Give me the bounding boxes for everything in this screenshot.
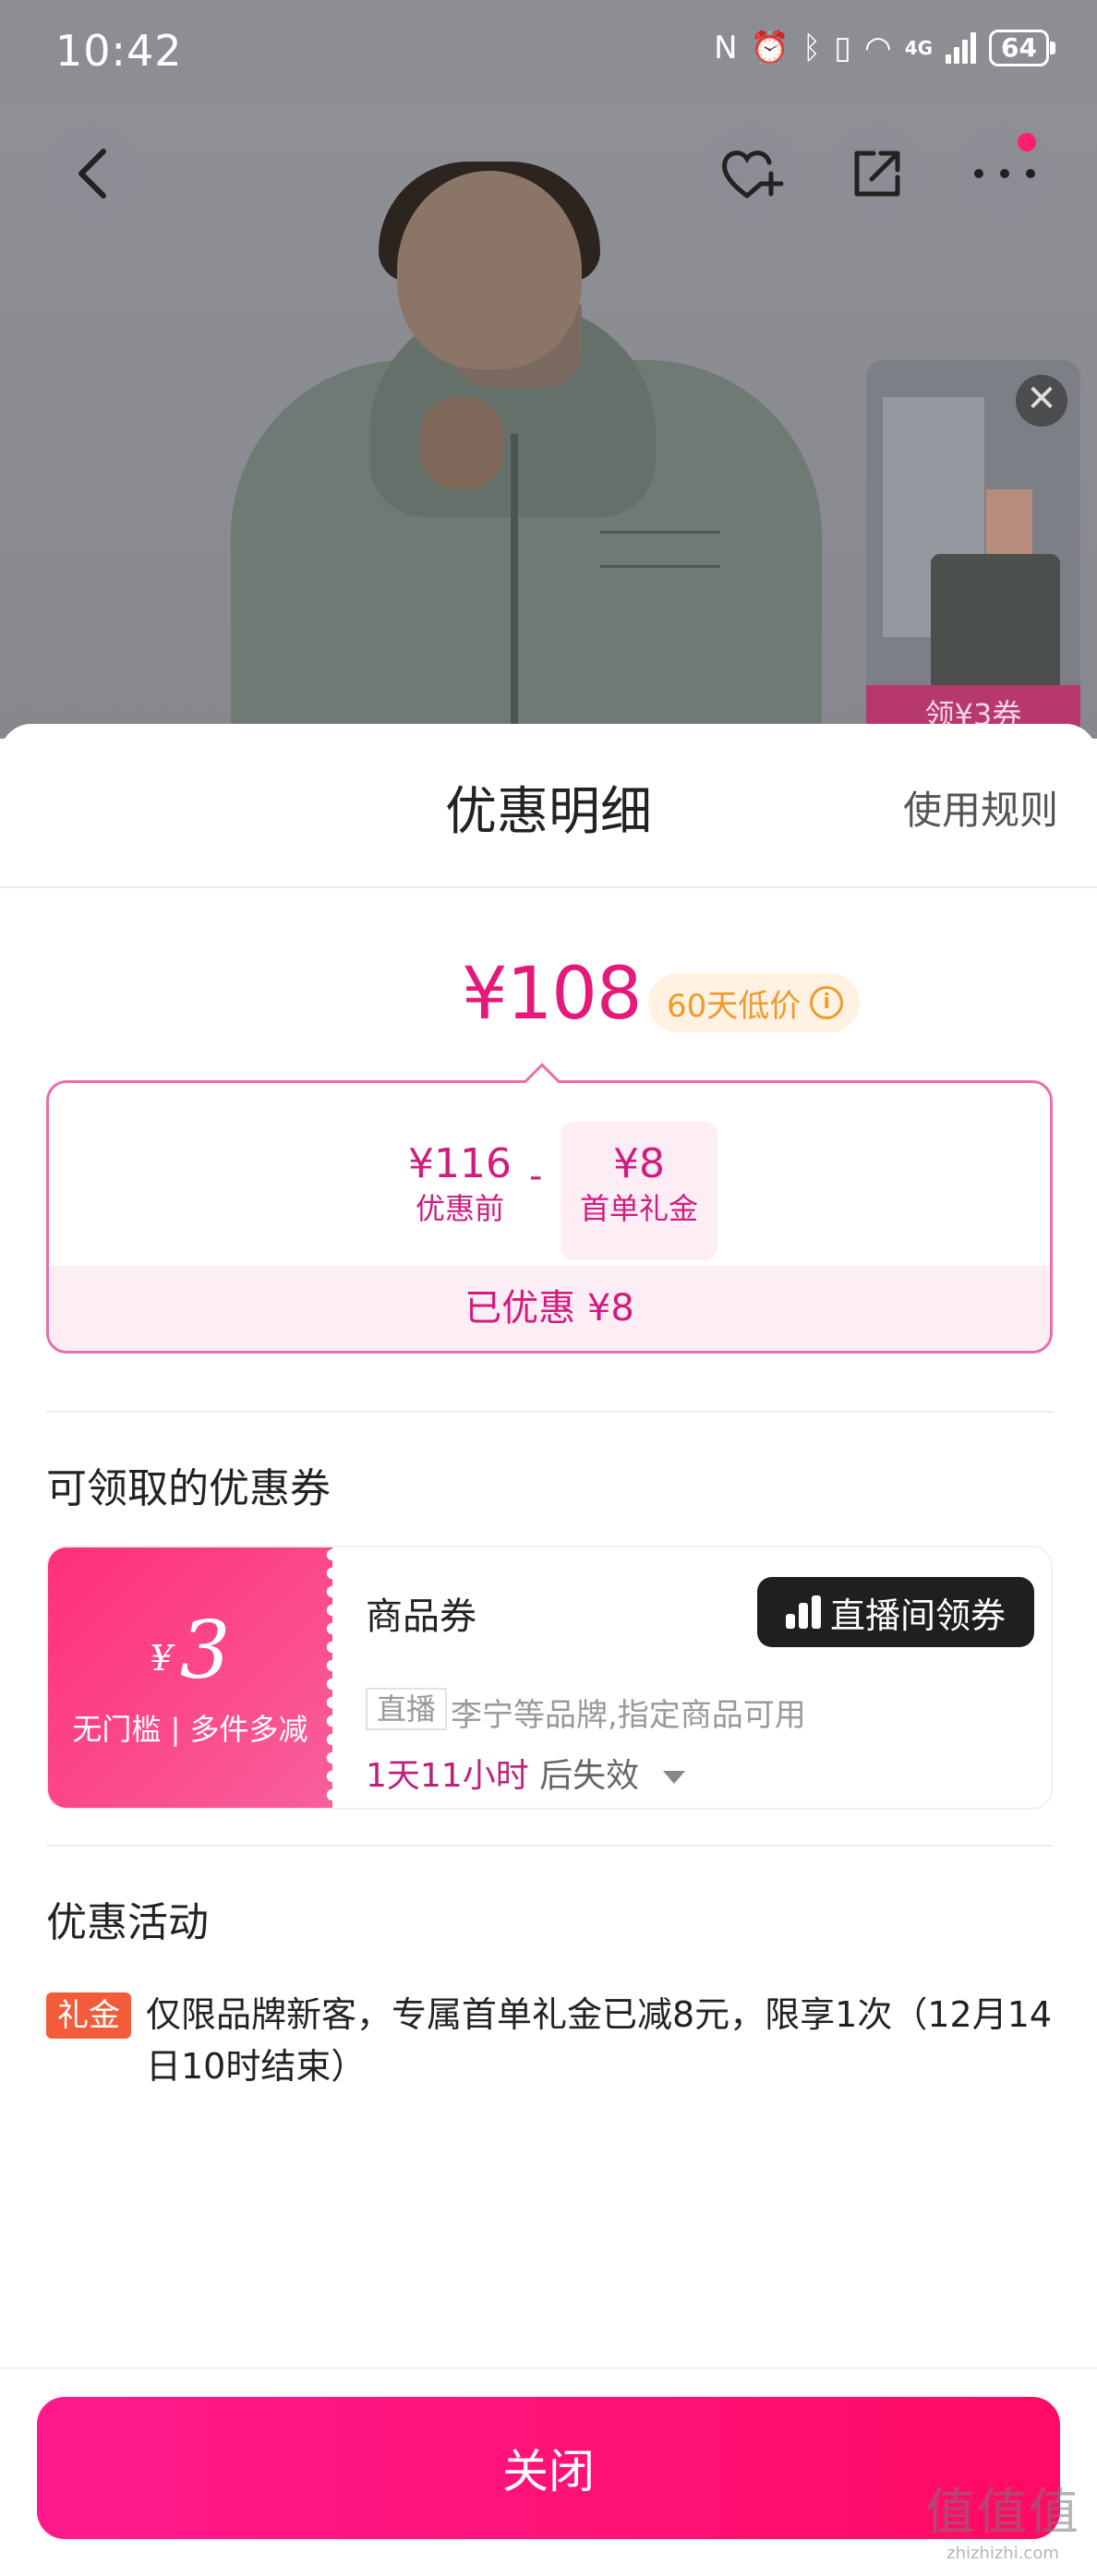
status-time: 10:42 (55, 26, 183, 76)
coupon-source-tag: 直播 (366, 1688, 448, 1730)
coupon-value-panel: ¥3 无门槛 | 多件多减 (48, 1547, 340, 1808)
vibrate-icon: ▯ (834, 30, 852, 66)
status-icons: N ⏰ ᛒ ▯ ◠ 4G 64 (714, 30, 1055, 66)
watermark: 值值值 zhizhizhi.com (925, 2471, 1080, 2563)
coupon-name: 商品券 (366, 1595, 476, 1638)
coupon-expiry[interactable]: 1天11小时 后失效 (366, 1749, 685, 1797)
back-button[interactable] (44, 126, 140, 222)
original-price: ¥116 优惠前 (381, 1140, 538, 1229)
final-price: ¥108 (462, 953, 643, 1036)
gift-label: 首单礼金 (579, 1191, 698, 1226)
coupon-card[interactable]: ¥3 无门槛 | 多件多减 商品券 直播间领券 直播 李宁等品牌,指定商品可用 … (46, 1546, 1053, 1810)
coupons-section-title: 可领取的优惠券 (46, 1465, 331, 1512)
gift-amount: ¥8 (613, 1140, 665, 1187)
discount-detail-sheet: 优惠明细 使用规则 ¥108 60天低价 i ¥116 优惠前 - ¥8 首单礼… (0, 724, 1097, 2576)
low-price-label: 60天低价 (667, 987, 802, 1025)
more-icon (974, 169, 1035, 178)
coupon-description: 李宁等品牌,指定商品可用 (451, 1697, 806, 1734)
activities-section-title: 优惠活动 (46, 1899, 209, 1946)
heart-plus-icon (722, 150, 784, 199)
bluetooth-icon: ᛒ (802, 30, 822, 66)
activity-text: 仅限品牌新客，专属首单礼金已减8元，限享1次（12月14日10时结束） (146, 1994, 1053, 2087)
close-icon[interactable]: ✕ (1016, 375, 1067, 427)
watermark-logo: 值值值 (925, 2483, 1080, 2541)
battery-icon: 64 (989, 30, 1055, 66)
chevron-down-icon (662, 1771, 685, 1784)
live-bars-icon (785, 1595, 821, 1629)
coupon-amount: ¥3 (48, 1607, 332, 1695)
coupon-condition: 无门槛 | 多件多减 (72, 1712, 308, 1747)
coupon-currency: ¥ (150, 1638, 173, 1679)
minus-sign: - (529, 1155, 543, 1198)
more-button[interactable] (957, 126, 1053, 222)
info-icon: i (810, 986, 844, 1019)
status-bar: 10:42 N ⏰ ᛒ ▯ ◠ 4G 64 (0, 0, 1097, 109)
live-room-coupon-label: 直播间领券 (829, 1595, 1006, 1636)
coupon-amount-value: 3 (179, 1605, 231, 1697)
watermark-url: zhizhizhi.com (946, 2544, 1059, 2563)
live-room-coupon-button[interactable]: 直播间领券 (757, 1577, 1034, 1647)
original-price-label: 优惠前 (415, 1191, 504, 1226)
sheet-header: 优惠明细 使用规则 (0, 724, 1097, 888)
price-calculation-box: ¥116 优惠前 - ¥8 首单礼金 已优惠 ¥8 (46, 1063, 1053, 1354)
original-price-amount: ¥116 (408, 1140, 512, 1187)
coupon-expire-suffix: 后失效 (539, 1757, 640, 1795)
activity-tag: 礼金 (46, 1992, 131, 2039)
alarm-icon: ⏰ (750, 30, 790, 66)
network-type: 4G (904, 37, 934, 59)
favorite-button[interactable] (704, 126, 800, 222)
total-saved: 已优惠 ¥8 (49, 1266, 1050, 1351)
divider (46, 1411, 1053, 1413)
low-price-badge[interactable]: 60天低价 i (648, 973, 861, 1032)
product-page: 10:42 N ⏰ ᛒ ▯ ◠ 4G 64 ✕ 领¥3券 优惠明细 使用规则 ¥… (0, 0, 1097, 2576)
nfc-icon: N (714, 30, 738, 66)
chevron-left-icon (78, 149, 106, 199)
share-icon (854, 150, 900, 197)
divider (46, 1845, 1053, 1847)
notification-dot (1018, 133, 1036, 151)
final-price-row: ¥108 60天低价 i (0, 953, 1097, 1045)
share-button[interactable] (829, 126, 925, 222)
usage-rules-link[interactable]: 使用规则 (903, 779, 1058, 836)
first-order-gift: ¥8 首单礼金 (561, 1140, 717, 1229)
close-button[interactable]: 关闭 (37, 2397, 1060, 2539)
bottom-bar: 关闭 值值值 zhizhizhi.com (0, 2367, 1097, 2576)
signal-icon (946, 32, 977, 64)
wifi-icon: ◠ (864, 30, 892, 66)
coupon-expire-time: 1天11小时 (366, 1757, 529, 1795)
floating-live-video[interactable]: ✕ 领¥3券 (866, 360, 1080, 740)
